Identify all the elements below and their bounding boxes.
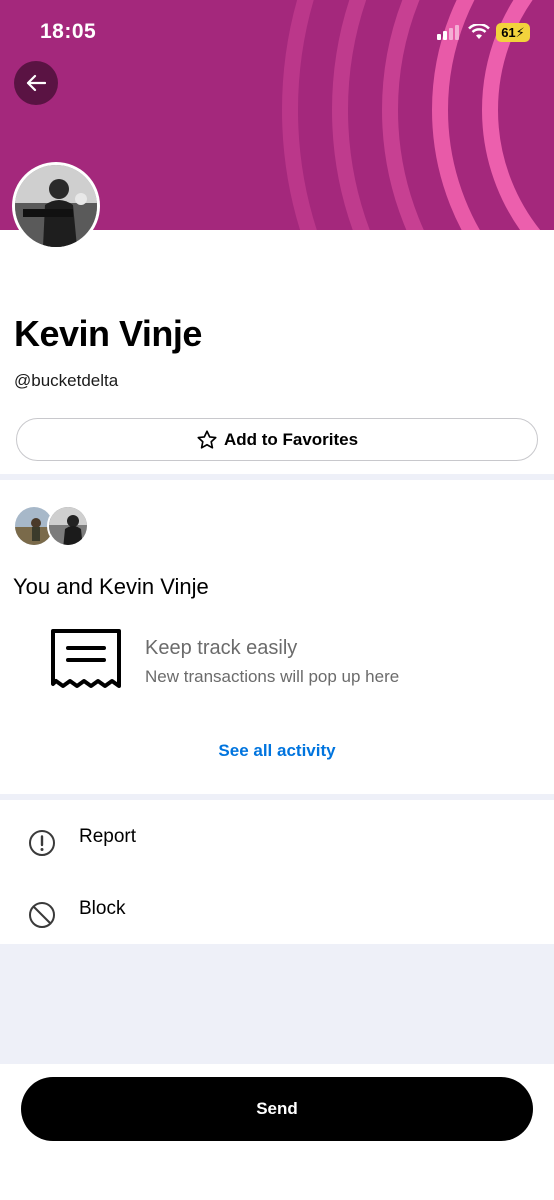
wifi-icon (468, 24, 490, 39)
receipt-icon (51, 629, 121, 688)
empty-state-subtitle: New transactions will pop up here (145, 667, 400, 686)
block-label: Block (79, 898, 126, 919)
add-to-favorites-button[interactable]: Add to Favorites (16, 418, 538, 461)
activity-title: You and Kevin Vinje (13, 574, 209, 599)
status-time: 18:05 (40, 20, 97, 43)
battery-indicator: 61⚡ (496, 23, 530, 42)
contact-avatar (47, 505, 89, 547)
back-button[interactable] (14, 61, 58, 105)
block-icon (29, 902, 55, 928)
charging-bolt-icon: ⚡ (515, 25, 525, 40)
see-all-activity-link[interactable]: See all activity (0, 741, 554, 761)
cellular-signal-icon (437, 25, 459, 40)
report-label: Report (79, 826, 137, 847)
avatar-photo (15, 165, 97, 247)
send-button[interactable]: Send (21, 1077, 533, 1141)
profile-handle: @bucketdelta (14, 371, 119, 390)
empty-state-title: Keep track easily (145, 637, 298, 659)
block-row[interactable]: Block (0, 884, 554, 944)
shared-avatars (13, 505, 93, 549)
profile-name: Kevin Vinje (14, 313, 202, 354)
favorites-label: Add to Favorites (223, 429, 359, 449)
star-icon (197, 429, 217, 449)
status-bar: 18:05 61⚡ (0, 0, 554, 60)
send-label: Send (256, 1099, 298, 1118)
report-row[interactable]: Report (0, 812, 554, 872)
battery-level: 61 (501, 25, 516, 40)
alert-circle-icon (29, 830, 55, 856)
arrow-left-icon (26, 74, 46, 92)
avatar (12, 162, 100, 250)
